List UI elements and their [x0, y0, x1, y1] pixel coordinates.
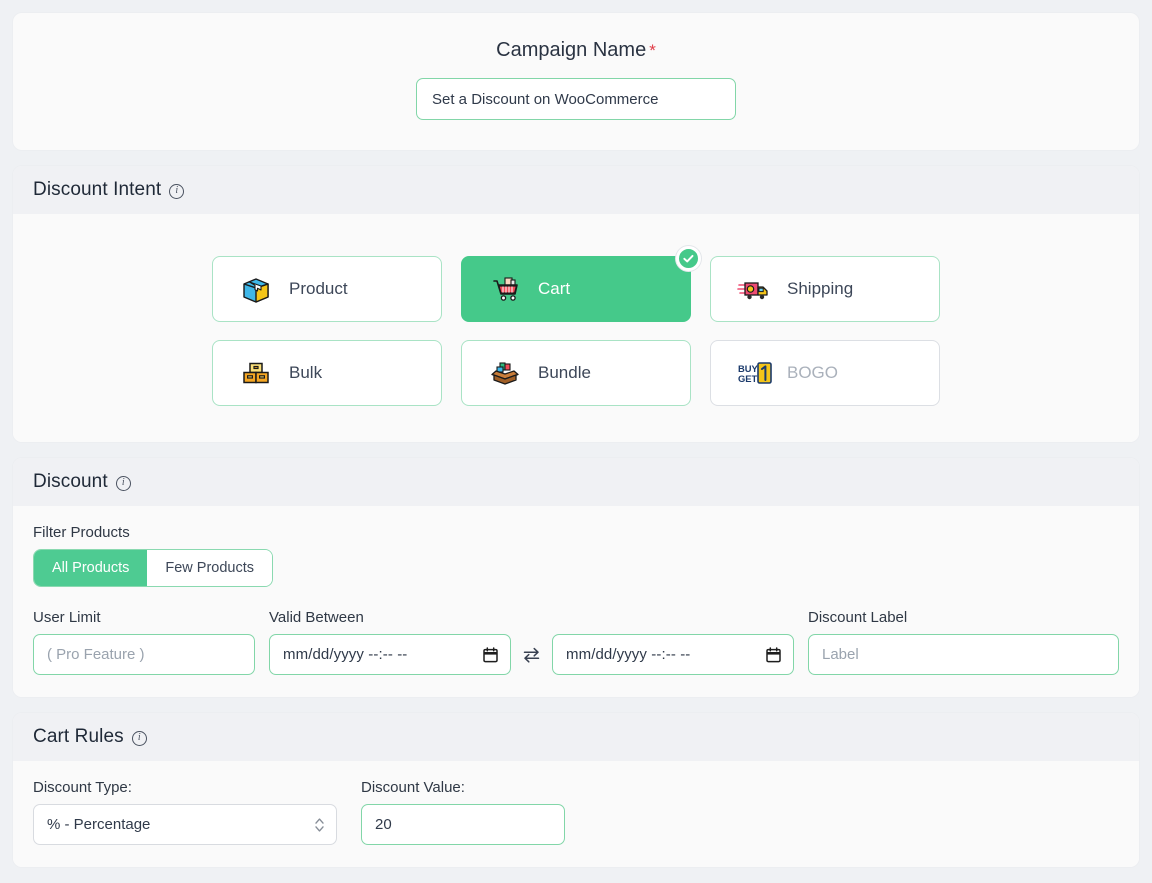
intent-tile-bulk[interactable]: Bulk: [212, 340, 442, 406]
campaign-name-card: Campaign Name *: [12, 12, 1140, 151]
calendar-icon[interactable]: [766, 646, 781, 663]
valid-between-field: Valid Between mm/dd/yyyy --:-- -- mm/dd/…: [269, 609, 794, 675]
end-date-value: mm/dd/yyyy --:-- --: [566, 646, 691, 663]
cart-rules-body: Discount Type: % - Percentage $ - Fixed: [13, 761, 1139, 867]
discount-intent-card: Discount Intent i Product Cart Shipping …: [12, 165, 1140, 443]
valid-between-pair: mm/dd/yyyy --:-- -- mm/dd/yyyy --:-- --: [269, 634, 794, 675]
info-icon[interactable]: i: [131, 730, 147, 746]
required-asterisk: *: [649, 41, 656, 60]
filter-option-few-products[interactable]: Few Products: [147, 550, 273, 586]
selected-check-icon: [676, 246, 701, 271]
intent-tile-shipping[interactable]: Shipping: [710, 256, 940, 322]
user-limit-label: User Limit: [33, 609, 101, 626]
swap-arrows-icon[interactable]: [522, 646, 541, 664]
filter-products-label: Filter Products: [33, 524, 130, 541]
shopping-cart-icon: [488, 274, 522, 304]
intent-tile-label: BOGO: [787, 363, 839, 382]
open-bundle-box-icon: [488, 358, 522, 388]
intent-tile-bundle[interactable]: Bundle: [461, 340, 691, 406]
calendar-icon[interactable]: [483, 646, 498, 663]
package-box-icon: [239, 274, 273, 304]
discount-label-field: Discount Label: [808, 609, 1119, 675]
discount-fields-row: User Limit Valid Between mm/dd/yyyy --:-…: [33, 609, 1119, 675]
intent-tile-label: Cart: [538, 279, 571, 298]
intent-tile-label: Product: [289, 279, 348, 298]
cart-rules-header: Cart Rules i: [13, 713, 1139, 761]
buy-one-get-one-icon: BUY GET: [737, 358, 772, 388]
campaign-name-input[interactable]: [416, 78, 736, 120]
cart-rules-card: Cart Rules i Discount Type: % - Percenta…: [12, 712, 1140, 868]
stacked-boxes-icon: [239, 358, 273, 388]
cart-rules-row: Discount Type: % - Percentage $ - Fixed: [33, 779, 1119, 845]
start-date-input[interactable]: mm/dd/yyyy --:-- --: [269, 634, 511, 675]
discount-type-select[interactable]: % - Percentage $ - Fixed: [33, 804, 337, 845]
intent-tile-label: Bundle: [538, 363, 591, 382]
discount-intent-title: Discount Intent: [33, 179, 162, 200]
intent-tile-cart[interactable]: Cart: [461, 246, 701, 322]
discount-title: Discount: [33, 471, 108, 492]
discount-header: Discount i: [13, 458, 1139, 506]
filter-products-toggle: All Products Few Products: [33, 549, 274, 587]
filter-option-all-products[interactable]: All Products: [34, 550, 148, 586]
discount-type-select-wrap: % - Percentage $ - Fixed: [33, 804, 337, 845]
discount-value-field: Discount Value:: [361, 779, 565, 845]
discount-card: Discount i Filter Products All Products …: [12, 457, 1140, 698]
campaign-name-label-text: Campaign Name: [496, 39, 647, 61]
delivery-truck-icon: [737, 274, 771, 304]
intent-tile-bogo[interactable]: BUY GET BOGO: [710, 340, 940, 406]
campaign-name-label: Campaign Name *: [33, 39, 1119, 62]
discount-value-label: Discount Value:: [361, 779, 465, 796]
filter-products-block: Filter Products All Products Few Product…: [33, 524, 1119, 587]
discount-campaign-form: Campaign Name* Discount Intent i: [0, 12, 1152, 883]
discount-label-input[interactable]: [808, 634, 1119, 675]
end-date-input[interactable]: mm/dd/yyyy --:-- --: [552, 634, 794, 675]
discount-intent-header: Discount Intent i: [13, 166, 1139, 214]
discount-intent-tile-grid: Product Cart Shipping Bulk Bundle BUY GE…: [33, 232, 1119, 420]
info-icon[interactable]: i: [115, 475, 131, 491]
discount-value-input[interactable]: [361, 804, 565, 845]
discount-type-field: Discount Type: % - Percentage $ - Fixed: [33, 779, 337, 845]
cart-rules-title: Cart Rules: [33, 726, 124, 747]
user-limit-input[interactable]: [33, 634, 255, 675]
discount-label-label: Discount Label: [808, 609, 908, 626]
intent-tile-label: Shipping: [787, 279, 854, 298]
valid-between-label: Valid Between: [269, 609, 364, 626]
intent-tile-label: Bulk: [289, 363, 323, 382]
discount-intent-body: Product Cart Shipping Bulk Bundle BUY GE…: [13, 214, 1139, 442]
start-date-value: mm/dd/yyyy --:-- --: [283, 646, 408, 663]
discount-type-label: Discount Type:: [33, 779, 132, 796]
info-icon[interactable]: i: [169, 183, 185, 199]
intent-tile-product[interactable]: Product: [212, 256, 442, 322]
discount-body: Filter Products All Products Few Product…: [13, 506, 1139, 697]
user-limit-field: User Limit: [33, 609, 255, 675]
svg-text:GET: GET: [738, 373, 758, 384]
